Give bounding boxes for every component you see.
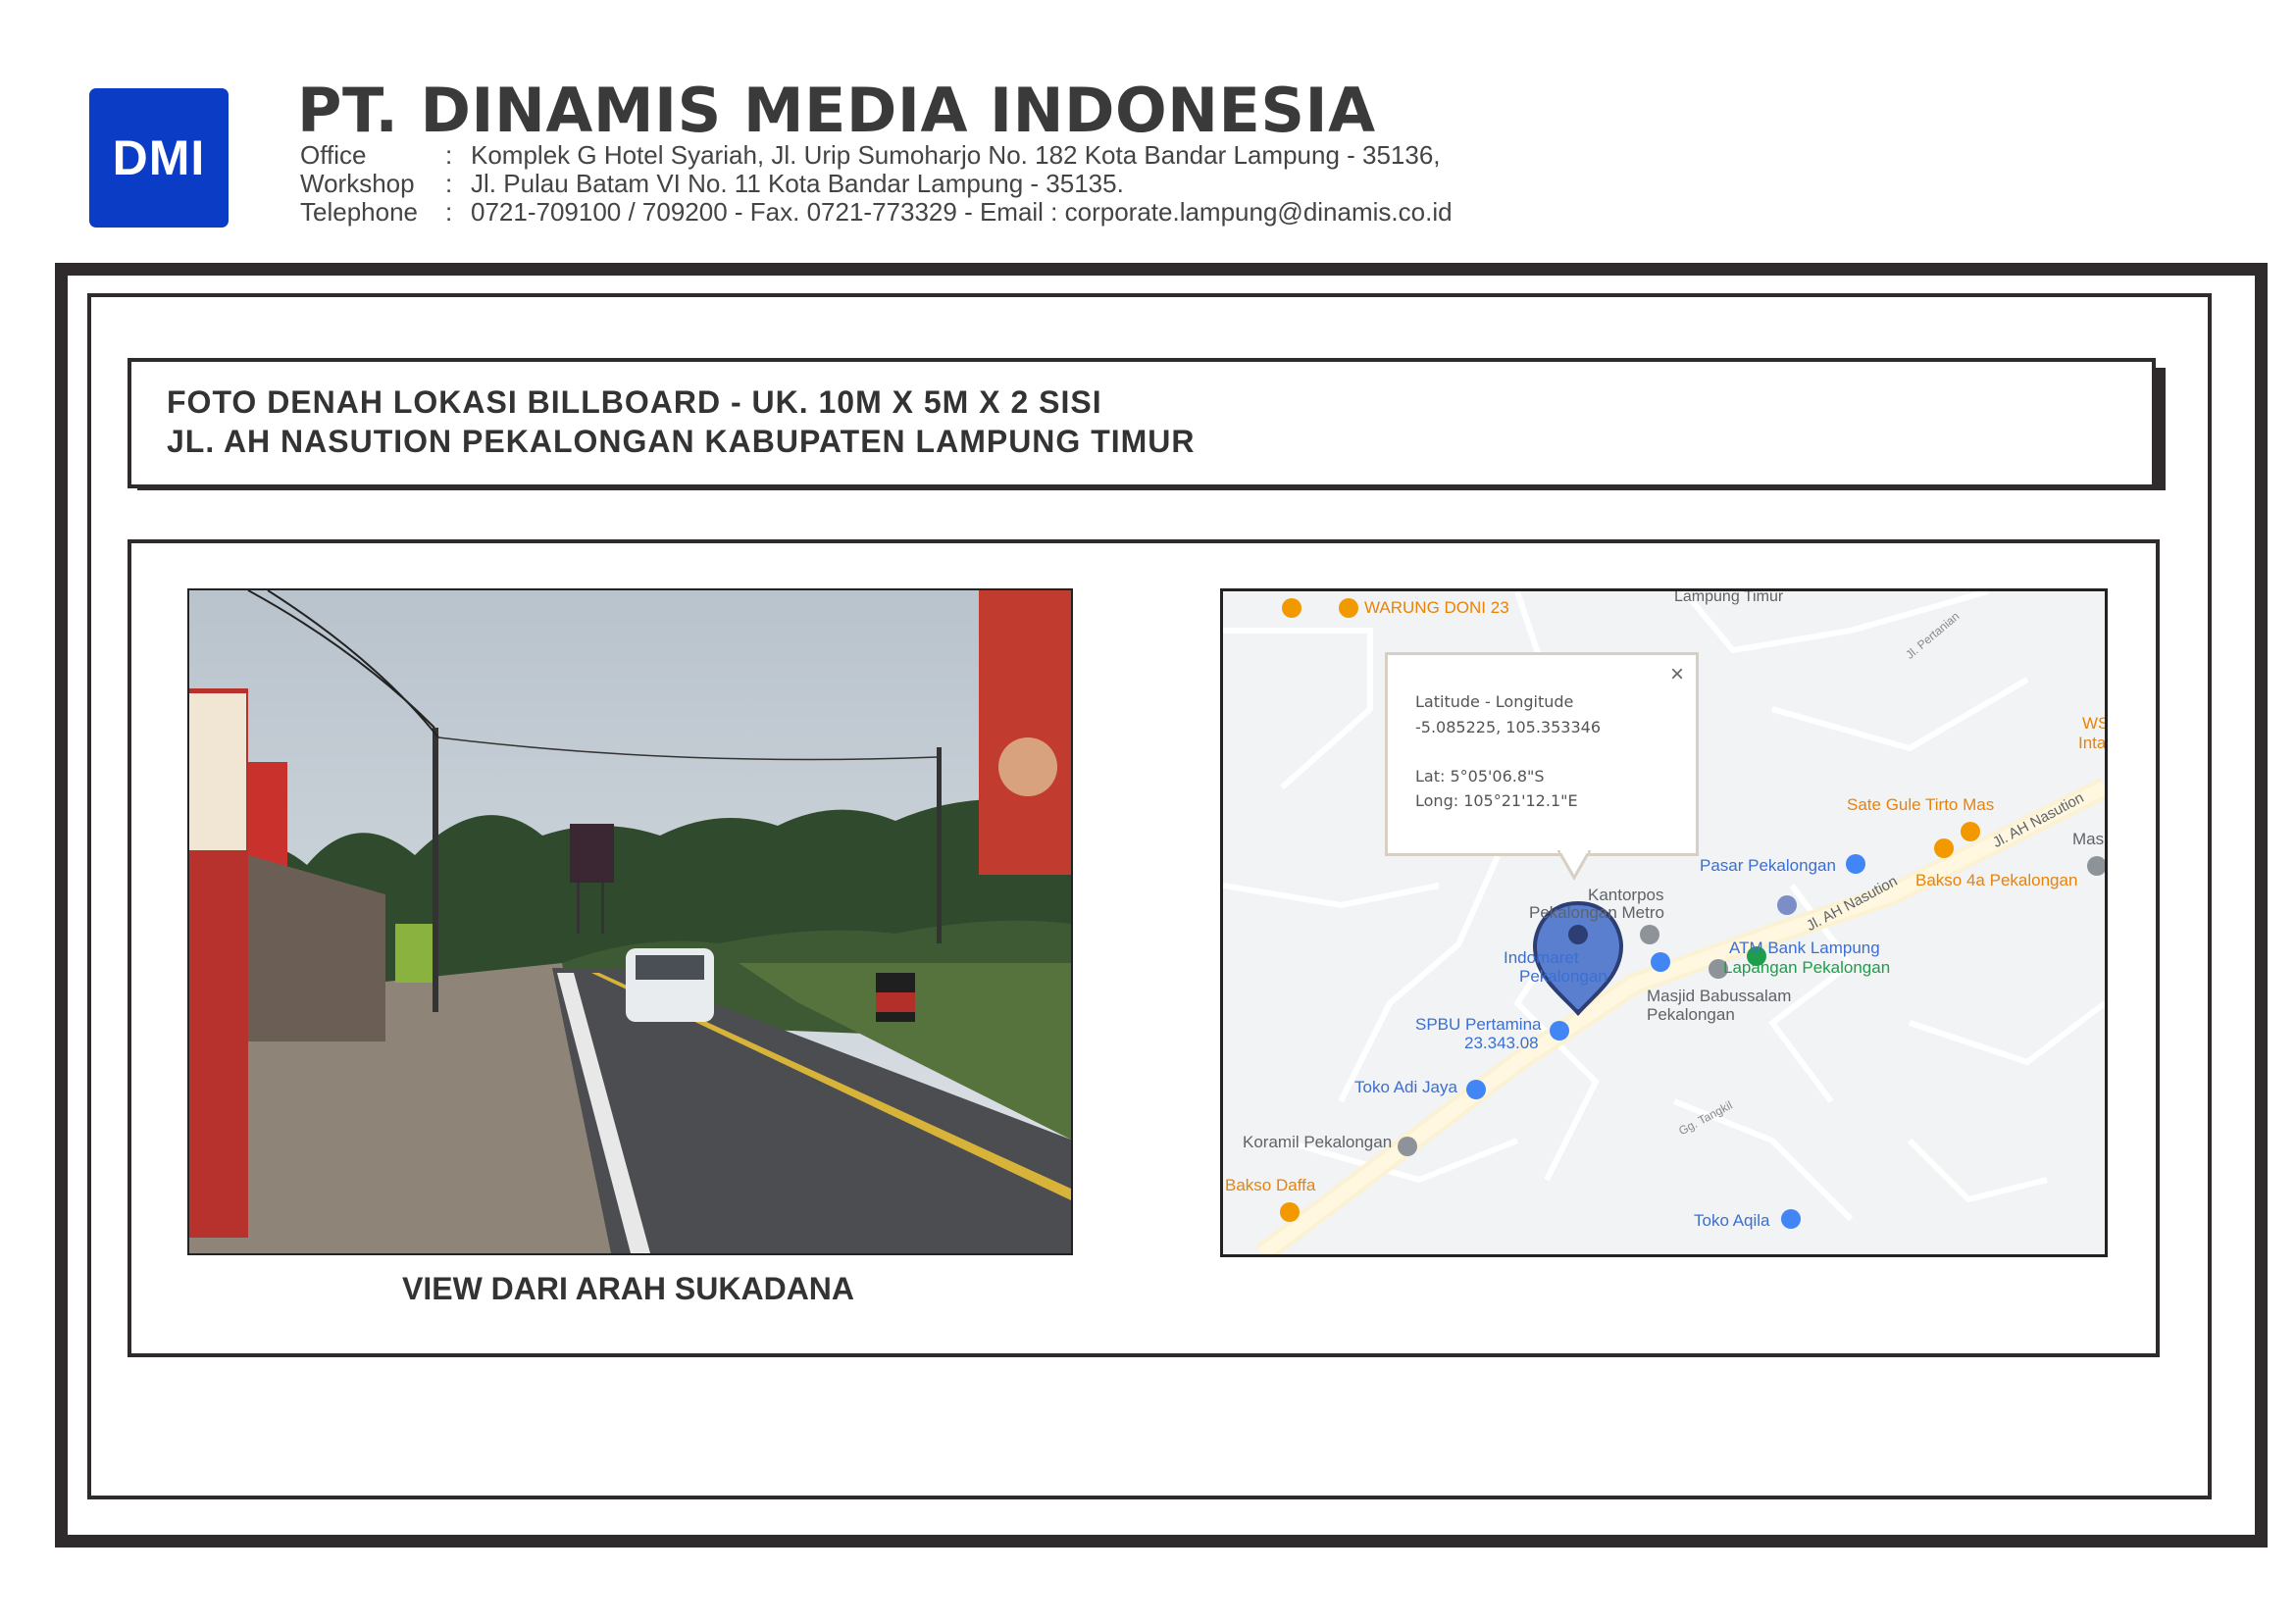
map-label-masjid-2: Pekalongan (1647, 1005, 1735, 1024)
map-label-lapangan: Lapangan Pekalongan (1723, 958, 1891, 977)
popup-pointer (1556, 850, 1592, 882)
workshop-label: Workshop (300, 169, 415, 198)
telephone-separator: : (445, 197, 453, 227)
map-label-pasar: Pasar Pekalongan (1700, 856, 1836, 875)
map-label-toko-adi: Toko Adi Jaya (1354, 1078, 1457, 1096)
street-photo-illustration (189, 590, 1071, 1253)
logo-text: DMI (112, 130, 206, 185)
close-icon[interactable]: × (1670, 661, 1684, 688)
company-name: PT. DINAMIS MEDIA INDONESIA (297, 75, 1376, 146)
popup-line-2: -5.085225, 105.353346 (1415, 718, 1601, 736)
office-label: Office (300, 140, 367, 170)
office-value: Komplek G Hotel Syariah, Jl. Urip Sumoha… (471, 140, 1441, 170)
map-label-atm: ATM Bank Lampung (1729, 939, 1880, 957)
title-line-1: FOTO DENAH LOKASI BILLBOARD - UK. 10M X … (167, 384, 1102, 420)
map-label-spbu-1: SPBU Pertamina (1415, 1015, 1542, 1034)
map-label-warung: WARUNG DONI 23 (1364, 598, 1509, 617)
telephone-row: Telephone:0721-709100 / 709200 - Fax. 07… (300, 198, 1453, 227)
workshop-value: Jl. Pulau Batam VI No. 11 Kota Bandar La… (471, 169, 1124, 198)
map-label-ws: WS (2082, 714, 2108, 733)
popup-line-1: Latitude - Longitude (1415, 692, 1574, 711)
office-separator: : (445, 140, 453, 170)
popup-line-4: Long: 105°21'12.1"E (1415, 791, 1578, 810)
map-label-inta: Inta (2078, 734, 2107, 752)
map-label-spbu-2: 23.343.08 (1464, 1034, 1539, 1052)
map-label-bakso-daffa: Bakso Daffa (1225, 1176, 1316, 1194)
map-label-toko-aqila: Toko Aqila (1694, 1211, 1770, 1230)
company-logo: DMI (89, 88, 229, 228)
coordinates-popup: × Latitude - Longitude -5.085225, 105.35… (1385, 652, 1699, 856)
map-label-masjid-1: Masjid Babussalam (1647, 987, 1792, 1005)
map-label-sate: Sate Gule Tirto Mas (1847, 795, 1995, 814)
map-label-indomaret-2: Pekalongan (1519, 967, 1607, 986)
location-photo (187, 588, 1073, 1255)
map-label-lampung-timur: Lampung Timur (1674, 588, 1784, 605)
workshop-row: Workshop: Jl. Pulau Batam VI No. 11 Kota … (300, 170, 1124, 198)
map-label-indomaret-1: Indomaret (1504, 948, 1579, 967)
title-line-2: JL. AH NASUTION PEKALONGAN KABUPATEN LAM… (167, 424, 1196, 459)
photo-caption: VIEW DARI ARAH SUKADANA (401, 1271, 855, 1306)
telephone-value: 0721-709100 / 709200 - Fax. 0721-773329 … (471, 197, 1453, 227)
map-label-kantorpos: Kantorpos (1588, 886, 1664, 904)
popup-line-3: Lat: 5°05'06.8"S (1415, 767, 1545, 786)
office-row: Office: Komplek G Hotel Syariah, Jl. Urip… (300, 141, 1441, 170)
workshop-separator: : (445, 169, 453, 198)
map-label-mas: Mas (2072, 830, 2105, 848)
map-label-bakso-4a: Bakso 4a Pekalongan (1915, 871, 2078, 889)
map-label-pek-metro: Pekalongan Metro (1529, 903, 1664, 922)
map-label-koramil: Koramil Pekalongan (1243, 1133, 1393, 1151)
telephone-label: Telephone (300, 197, 418, 227)
